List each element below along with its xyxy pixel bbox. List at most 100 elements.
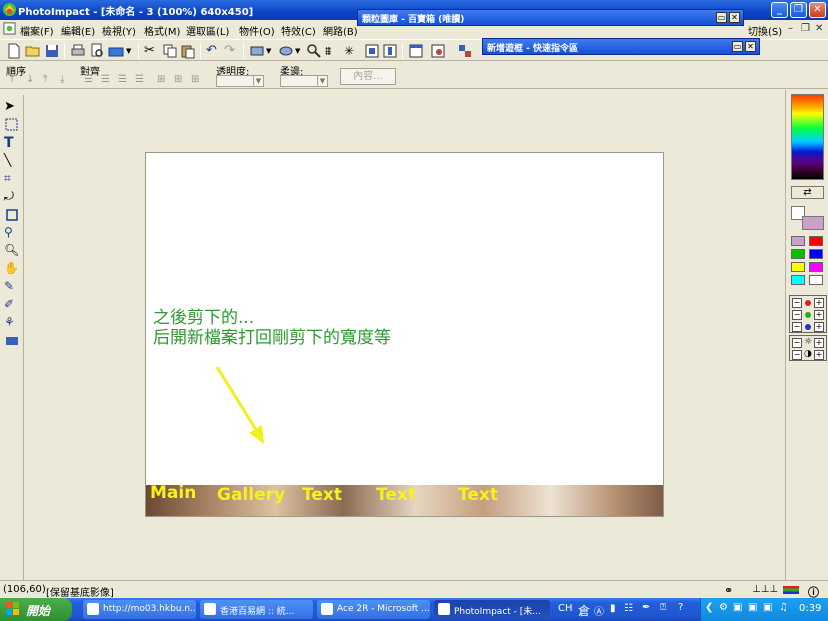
content-button[interactable]: 內容...	[340, 68, 396, 85]
menu-file[interactable]: 檔案(F)	[20, 23, 54, 38]
clock[interactable]: 0:39	[799, 603, 821, 614]
sparkle-icon[interactable]: ✳	[344, 43, 360, 59]
bring-front-icon[interactable]: ↑	[8, 75, 18, 85]
easypalette-restore-button[interactable]: ▭	[716, 12, 727, 23]
swatch-lilac[interactable]	[791, 236, 805, 246]
panel-c-icon[interactable]	[457, 43, 473, 59]
eyedropper-icon[interactable]: ⚲	[4, 225, 20, 241]
align-right-icon[interactable]: ☰	[118, 75, 128, 85]
fill-tool-icon[interactable]: ✋	[4, 261, 20, 277]
contrast-minus-button[interactable]: −	[792, 350, 802, 360]
brightness-minus-button[interactable]: −	[792, 338, 802, 348]
menu-effect[interactable]: 特效(C)	[281, 23, 316, 38]
new-file-icon[interactable]	[6, 43, 22, 59]
easypalette-panel[interactable]: 顆粒圖庫 - 百寶箱 (唯讀) ▭ ✕	[357, 9, 744, 26]
red-plus-button[interactable]: +	[814, 298, 824, 308]
adjust-icon[interactable]: ⩩	[325, 43, 341, 59]
swatch-blue[interactable]	[809, 249, 823, 259]
panel-a-icon[interactable]	[408, 43, 424, 59]
ime-indicator[interactable]: CH	[558, 603, 573, 614]
maximize-button[interactable]: ❐	[790, 2, 807, 18]
tool-b-icon[interactable]	[278, 43, 294, 59]
ime-mode-icon[interactable]: 倉	[578, 602, 590, 619]
tray-app3-icon[interactable]: ▣	[748, 602, 757, 613]
swap-colors-button[interactable]: ⇄	[791, 186, 824, 199]
cut-icon[interactable]: ✂	[144, 43, 160, 59]
tray-app4-icon[interactable]: ▣	[763, 602, 772, 613]
contrast-plus-button[interactable]: +	[814, 350, 824, 360]
undo-icon[interactable]: ↶	[206, 43, 222, 59]
link-icon[interactable]: ⚭	[724, 584, 733, 597]
distribute-c-icon[interactable]: ⊞	[191, 75, 201, 85]
foreground-color[interactable]	[802, 216, 824, 230]
retouch-tool-icon[interactable]: ✐	[4, 297, 20, 313]
distribute-b-icon[interactable]: ⊞	[174, 75, 184, 85]
print-icon[interactable]	[70, 43, 86, 59]
quick-command-restore-button[interactable]: ▭	[732, 41, 743, 52]
menu-selection[interactable]: 選取區(L)	[186, 23, 229, 38]
tray-expand-icon[interactable]: ❮	[705, 602, 713, 613]
copy-icon[interactable]	[162, 43, 178, 59]
swatch-red[interactable]	[809, 236, 823, 246]
blue-plus-button[interactable]: +	[814, 322, 824, 332]
zoom-icon[interactable]	[306, 43, 322, 59]
panel-b-icon[interactable]	[430, 43, 446, 59]
crop-tool-icon[interactable]: ⌗	[4, 171, 20, 187]
green-plus-button[interactable]: +	[814, 310, 824, 320]
bounding-tool-icon[interactable]	[4, 207, 20, 223]
bring-top-icon[interactable]: ⤒	[43, 75, 53, 85]
distribute-a-icon[interactable]: ⊞	[157, 75, 167, 85]
align-bottom-icon[interactable]: ☰	[135, 75, 145, 85]
color-spectrum[interactable]	[791, 94, 824, 180]
pick-tool-icon[interactable]: ➤	[4, 99, 20, 115]
color-mode-icon[interactable]	[783, 586, 799, 594]
taskbar-item-browser2[interactable]: 香港百易網 :: 統...	[200, 600, 313, 619]
print-preview-icon[interactable]	[89, 43, 105, 59]
ime-punct-icon[interactable]: ▮	[610, 603, 616, 614]
transform-tool-icon[interactable]: ⤾	[4, 189, 20, 205]
open-folder-icon[interactable]	[25, 43, 41, 59]
start-button[interactable]: 開始	[0, 598, 72, 621]
align-center-icon[interactable]: ☰	[101, 75, 111, 85]
layout-b-icon[interactable]	[382, 43, 398, 59]
quick-command-close-button[interactable]: ✕	[745, 41, 756, 52]
opacity-input[interactable]: ▼	[216, 75, 264, 87]
layout-a-icon[interactable]	[364, 43, 380, 59]
ime-keyboard-icon[interactable]: ☷	[624, 603, 633, 614]
tray-question-icon[interactable]: ?	[678, 602, 683, 613]
quick-command-panel[interactable]: 新增遊框 - 快速指令區 ▭ ✕	[482, 38, 760, 55]
tool-a-icon[interactable]	[249, 43, 265, 59]
send-bottom-icon[interactable]: ⤓	[60, 75, 70, 85]
document-icon[interactable]	[3, 22, 16, 35]
menu-format[interactable]: 格式(M)	[144, 23, 180, 38]
menu-object[interactable]: 物件(O)	[239, 23, 275, 38]
blue-minus-button[interactable]: −	[792, 322, 802, 332]
paint-tool-icon[interactable]: ✎	[4, 279, 20, 295]
ruler-icon[interactable]: ⊥⊥⊥	[752, 584, 778, 595]
paste-icon[interactable]	[180, 43, 196, 59]
scan-icon[interactable]	[108, 43, 124, 59]
taskbar-item-word[interactable]: Ace 2R - Microsoft ...	[317, 600, 430, 619]
mdi-close-button[interactable]: ✕	[815, 23, 823, 34]
tray-app1-icon[interactable]: ⚙	[719, 602, 728, 613]
text-tool-icon[interactable]: T	[4, 135, 20, 151]
brightness-plus-button[interactable]: +	[814, 338, 824, 348]
taskbar-item-photoimpact[interactable]: PhotoImpact - [未...	[434, 600, 550, 619]
close-button[interactable]: ✕	[809, 2, 826, 18]
clone-tool-icon[interactable]: ⚘	[4, 315, 20, 331]
menu-switch[interactable]: 切換(S)	[748, 23, 782, 38]
swatch-green[interactable]	[791, 249, 805, 259]
tray-app2-icon[interactable]: ▣	[733, 602, 742, 613]
swatch-magenta[interactable]	[809, 262, 823, 272]
feather-input[interactable]: ▼	[280, 75, 328, 87]
align-left-icon[interactable]: ☰	[84, 75, 94, 85]
zoom-tool-icon[interactable]: 🔍︎	[4, 243, 20, 259]
send-back-icon[interactable]: ↓	[26, 75, 36, 85]
menu-web[interactable]: 網路(B)	[323, 23, 358, 38]
swatch-yellow[interactable]	[791, 262, 805, 272]
selection-tool-icon[interactable]	[4, 117, 20, 133]
minimize-button[interactable]: _	[771, 2, 788, 18]
tray-pen-icon[interactable]: ✒	[642, 602, 650, 613]
easypalette-close-button[interactable]: ✕	[729, 12, 740, 23]
tray-volume-icon[interactable]: ♫	[779, 602, 788, 613]
